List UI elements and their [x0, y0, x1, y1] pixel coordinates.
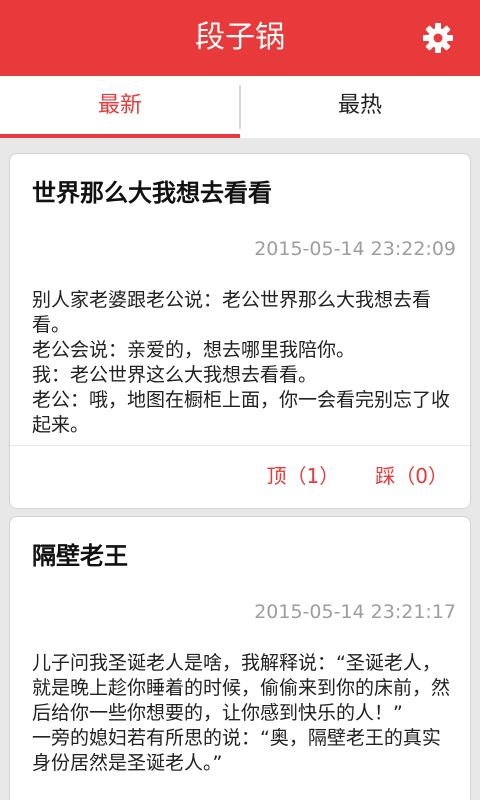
tab-bar: 最新 最热	[0, 76, 480, 138]
post-body: 儿子问我圣诞老人是啥，我解释说：“圣诞老人，就是晚上趁你睡着的时候，偷偷来到你的…	[32, 652, 451, 774]
post-body: 别人家老婆跟老公说：老公世界那么大我想去看看。 老公会说：亲爱的，想去哪里我陪你…	[32, 289, 451, 436]
post-timestamp: 2015-05-14 23:21:17	[254, 601, 456, 623]
post-actions: 顶（1） 踩（0）	[267, 463, 448, 489]
card-divider	[10, 445, 470, 446]
post-title: 隔壁老王	[32, 542, 128, 570]
app-bar: 段子锅	[0, 0, 480, 76]
gear-icon[interactable]	[422, 22, 454, 54]
downvote-button[interactable]: 踩（0）	[375, 464, 448, 488]
tab-selected-indicator	[0, 134, 240, 138]
tab-hot[interactable]: 最热	[240, 76, 480, 138]
upvote-button[interactable]: 顶（1）	[267, 464, 340, 488]
tab-latest[interactable]: 最新	[0, 76, 240, 138]
post-card[interactable]: 世界那么大我想去看看 2015-05-14 23:22:09 别人家老婆跟老公说…	[9, 153, 471, 509]
post-title: 世界那么大我想去看看	[32, 179, 272, 207]
app-title: 段子锅	[195, 20, 285, 55]
post-card[interactable]: 隔壁老王 2015-05-14 23:21:17 儿子问我圣诞老人是啥，我解释说…	[9, 516, 471, 800]
post-timestamp: 2015-05-14 23:22:09	[254, 238, 456, 260]
